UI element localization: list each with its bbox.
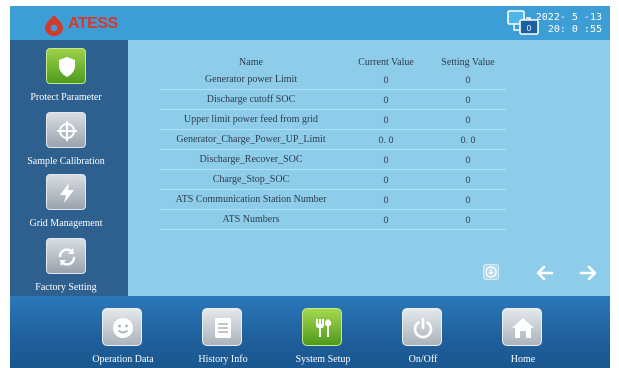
current-value: 0. 0 bbox=[378, 134, 394, 145]
logo-text: ATESS bbox=[68, 15, 118, 32]
column-header-current-value: Current Value bbox=[358, 56, 414, 68]
date-text: 2022- 5 -13 bbox=[535, 12, 602, 23]
setting-value-input[interactable]: 0 bbox=[430, 195, 506, 205]
param-name: Discharge cutoff SOC bbox=[206, 94, 296, 105]
shield-icon bbox=[46, 48, 86, 84]
setting-value-input[interactable]: 0 bbox=[430, 175, 506, 185]
column-header-name: Name bbox=[239, 56, 263, 68]
param-name: ATS Communication Station Number bbox=[175, 194, 327, 205]
sidebar-item-protect-parameter[interactable]: Protect Parameter bbox=[10, 46, 128, 106]
current-value: 0 bbox=[383, 154, 389, 165]
nav-operation-data[interactable]: Operation Data bbox=[80, 308, 166, 366]
nav-label: Operation Data bbox=[92, 354, 154, 365]
nav-home[interactable]: Home bbox=[480, 308, 566, 366]
column-header-setting-value: Setting Value bbox=[441, 56, 495, 68]
bottom-nav-bar: Operation Data History Info System Setup… bbox=[10, 296, 610, 368]
param-name: Upper limit power feed from grid bbox=[183, 114, 319, 125]
sidebar-item-factory-setting[interactable]: Factory Setting bbox=[10, 236, 128, 296]
current-value: 0 bbox=[383, 194, 389, 205]
download-icon bbox=[485, 266, 497, 278]
param-name: Charge_Stop_SOC bbox=[212, 174, 290, 185]
tools-icon bbox=[302, 308, 342, 346]
table-row: Generator_Charge_Power_UP_Limit 0. 0 0. … bbox=[160, 130, 506, 150]
datetime-display: 2022- 5 -13 20: 0 :55 bbox=[536, 12, 602, 36]
power-icon bbox=[402, 308, 442, 346]
param-name: ATS Numbers bbox=[222, 214, 280, 225]
sidebar-item-label: Protect Parameter bbox=[30, 92, 102, 103]
nav-label: History Info bbox=[198, 354, 248, 365]
setting-value-input[interactable]: 0 bbox=[430, 155, 506, 165]
nav-system-setup[interactable]: System Setup bbox=[280, 308, 366, 366]
flame-logo-icon bbox=[45, 15, 63, 36]
sidebar-item-label: Grid Management bbox=[29, 218, 103, 229]
setting-value-input[interactable]: 0 bbox=[430, 75, 506, 85]
nav-history-info[interactable]: History Info bbox=[180, 308, 266, 366]
refresh-icon bbox=[46, 238, 86, 274]
current-value: 0 bbox=[383, 74, 389, 85]
setting-value-input[interactable]: 0 bbox=[430, 215, 506, 225]
sidebar-item-grid-management[interactable]: Grid Management bbox=[10, 172, 128, 232]
setting-value-input[interactable]: 0. 0 bbox=[430, 135, 506, 145]
header-bar: ATESS 0 2022- 5 -13 20: 0 :55 bbox=[10, 6, 610, 40]
table-row: Generator power Limit 0 0 bbox=[160, 70, 506, 90]
download-button[interactable] bbox=[483, 264, 499, 280]
document-icon bbox=[202, 308, 242, 346]
sidebar-item-label: Factory Setting bbox=[35, 282, 97, 293]
arrow-right-icon bbox=[579, 265, 597, 281]
current-value: 0 bbox=[383, 94, 389, 105]
atess-logo: ATESS bbox=[42, 14, 142, 36]
nav-label: System Setup bbox=[295, 354, 351, 365]
main-content: Name Current Value Setting Value Generat… bbox=[128, 40, 610, 296]
arrow-left-icon bbox=[536, 265, 554, 281]
param-name: Generator_Charge_Power_UP_Limit bbox=[176, 134, 326, 145]
param-name: Discharge_Recover_SOC bbox=[199, 154, 303, 165]
time-text: 20: 0 :55 bbox=[547, 24, 602, 35]
nav-label: On/Off bbox=[408, 354, 438, 365]
setting-value-input[interactable]: 0 bbox=[430, 115, 506, 125]
table-row: Upper limit power feed from grid 0 0 bbox=[160, 110, 506, 130]
current-value: 0 bbox=[383, 214, 389, 225]
current-value: 0 bbox=[383, 114, 389, 125]
table-row: Discharge cutoff SOC 0 0 bbox=[160, 90, 506, 110]
table-row: ATS Numbers 0 0 bbox=[160, 210, 506, 230]
setting-value-input[interactable]: 0 bbox=[430, 95, 506, 105]
sidebar-item-sample-calibration[interactable]: Sample Calibration bbox=[10, 110, 128, 170]
lightning-icon bbox=[46, 174, 86, 210]
nav-label: Home bbox=[510, 354, 536, 365]
crosshair-icon bbox=[46, 112, 86, 148]
current-value: 0 bbox=[383, 174, 389, 185]
sidebar-item-label: Sample Calibration bbox=[27, 156, 105, 167]
param-name: Generator power Limit bbox=[204, 74, 298, 85]
home-icon bbox=[502, 308, 542, 346]
table-row: Discharge_Recover_SOC 0 0 bbox=[160, 150, 506, 170]
sidebar: Protect Parameter Sample Calibration Gri… bbox=[10, 40, 128, 296]
next-page-button[interactable] bbox=[579, 264, 599, 282]
smiley-icon bbox=[102, 308, 142, 346]
prev-page-button[interactable] bbox=[534, 264, 554, 282]
parameter-table: Name Current Value Setting Value Generat… bbox=[160, 54, 506, 230]
table-header: Name Current Value Setting Value bbox=[160, 54, 506, 70]
network-badge: 0 bbox=[527, 24, 532, 33]
table-row: Charge_Stop_SOC 0 0 bbox=[160, 170, 506, 190]
table-row: ATS Communication Station Number 0 0 bbox=[160, 190, 506, 210]
nav-on-off[interactable]: On/Off bbox=[380, 308, 466, 366]
